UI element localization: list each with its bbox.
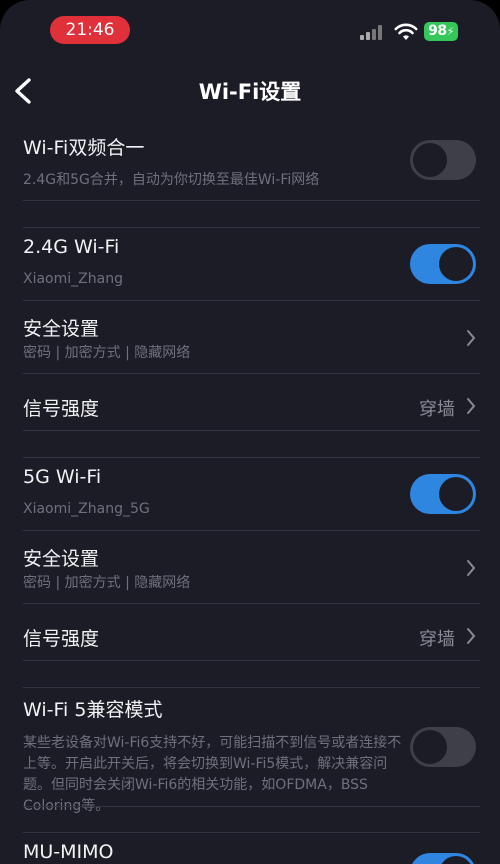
battery-level: 98 bbox=[428, 23, 447, 39]
wifi-5-signal-value: 穿墙 bbox=[419, 629, 455, 650]
toggle-knob bbox=[439, 477, 473, 511]
dual-band-label: Wi-Fi双频合一 bbox=[23, 137, 145, 159]
wifi-5-security-label: 安全设置 bbox=[23, 548, 100, 570]
chevron-right-icon bbox=[467, 398, 476, 414]
wifi-24-signal-label: 信号强度 bbox=[23, 398, 100, 420]
battery-indicator: 98⚡ bbox=[424, 22, 458, 41]
status-bar: 21:46 98⚡ bbox=[0, 0, 500, 60]
wifi-5-label: 5G Wi-Fi bbox=[23, 466, 102, 488]
divider bbox=[23, 200, 480, 201]
mumimo-toggle[interactable] bbox=[410, 853, 476, 864]
chevron-right-icon bbox=[467, 330, 476, 346]
chevron-right-icon bbox=[467, 628, 476, 644]
divider bbox=[23, 832, 480, 833]
divider bbox=[23, 300, 480, 301]
toggle-knob bbox=[439, 247, 473, 281]
wifi-24-ssid: Xiaomi_Zhang bbox=[23, 271, 123, 287]
chevron-right-icon bbox=[467, 560, 476, 576]
toggle-knob bbox=[439, 856, 473, 864]
screen: 21:46 98⚡ Wi-Fi设置 Wi-Fi双频合一 2.4G和5G合并，自动… bbox=[0, 0, 500, 864]
dual-band-row: Wi-Fi双频合一 2.4G和5G合并，自动为你切换至最佳Wi-Fi网络 bbox=[23, 133, 477, 199]
mumimo-row: MU-MIMO bbox=[23, 841, 477, 864]
dual-band-toggle[interactable] bbox=[410, 140, 476, 180]
wifi-24-security-label: 安全设置 bbox=[23, 318, 100, 340]
wifi-24-security-row[interactable]: 安全设置 密码 | 加密方式 | 隐藏网络 bbox=[23, 314, 477, 366]
wifi-24-signal-row[interactable]: 信号强度 穿墙 bbox=[23, 394, 477, 424]
nav-header: Wi-Fi设置 bbox=[0, 66, 500, 116]
charging-bolt-icon: ⚡ bbox=[446, 25, 455, 38]
divider bbox=[23, 603, 480, 604]
status-time[interactable]: 21:46 bbox=[50, 16, 130, 44]
page-title: Wi-Fi设置 bbox=[198, 80, 302, 104]
compat-toggle[interactable] bbox=[410, 727, 476, 767]
divider bbox=[23, 660, 480, 661]
wifi-5-security-row[interactable]: 安全设置 密码 | 加密方式 | 隐藏网络 bbox=[23, 544, 477, 596]
divider bbox=[23, 806, 480, 807]
wifi-5-ssid: Xiaomi_Zhang_5G bbox=[23, 501, 150, 517]
wifi-5-signal-label: 信号强度 bbox=[23, 628, 100, 650]
cellular-signal-icon bbox=[360, 24, 386, 40]
wifi-24-toggle[interactable] bbox=[410, 244, 476, 284]
toggle-knob bbox=[413, 730, 447, 764]
wifi-5-toggle[interactable] bbox=[410, 474, 476, 514]
compat-desc: 某些老设备对Wi-Fi6支持不好，可能扫描不到信号或者连接不上等。开启此开关后，… bbox=[23, 735, 402, 814]
divider bbox=[23, 687, 480, 688]
wifi-24-security-desc: 密码 | 加密方式 | 隐藏网络 bbox=[23, 345, 191, 361]
divider bbox=[23, 227, 480, 228]
compat-label: Wi-Fi 5兼容模式 bbox=[23, 699, 163, 721]
divider bbox=[23, 373, 480, 374]
wifi-5-signal-row[interactable]: 信号强度 穿墙 bbox=[23, 624, 477, 654]
toggle-knob bbox=[413, 143, 447, 177]
wifi-5-row: 5G Wi-Fi Xiaomi_Zhang_5G bbox=[23, 466, 477, 526]
wifi-24-row: 2.4G Wi-Fi Xiaomi_Zhang bbox=[23, 236, 477, 296]
wifi-5-security-desc: 密码 | 加密方式 | 隐藏网络 bbox=[23, 575, 191, 591]
compat-row: Wi-Fi 5兼容模式 某些老设备对Wi-Fi6支持不好，可能扫描不到信号或者连… bbox=[23, 695, 477, 814]
wifi-status-icon bbox=[394, 23, 418, 40]
wifi-24-label: 2.4G Wi-Fi bbox=[23, 236, 120, 258]
dual-band-desc: 2.4G和5G合并，自动为你切换至最佳Wi-Fi网络 bbox=[23, 172, 320, 188]
divider bbox=[23, 430, 480, 431]
mumimo-label: MU-MIMO bbox=[23, 841, 114, 863]
divider bbox=[23, 530, 480, 531]
wifi-24-signal-value: 穿墙 bbox=[419, 399, 455, 420]
divider bbox=[23, 457, 480, 458]
